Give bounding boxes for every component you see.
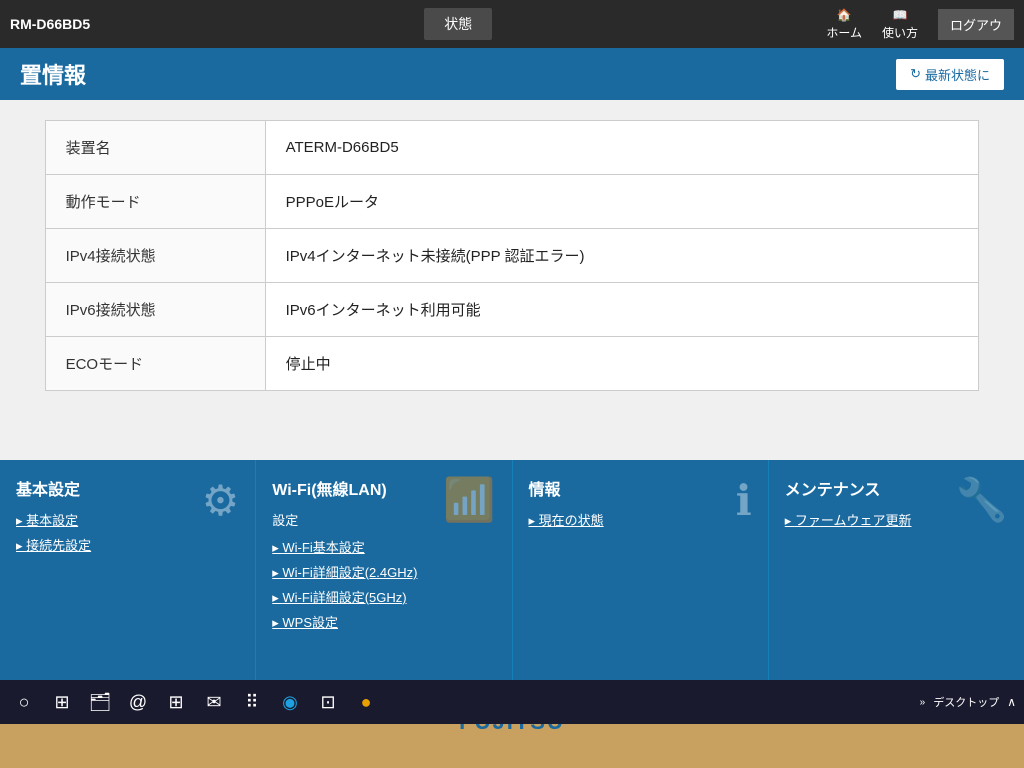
box-icon[interactable]: ⊡ bbox=[312, 686, 344, 718]
row-value: IPv6インターネット利用可能 bbox=[265, 283, 979, 337]
top-nav: RM-D66BD5 状態 🏠 ホーム 📖 使い方 ログアウ bbox=[0, 0, 1024, 48]
row-value: IPv4インターネット未接続(PPP 認証エラー) bbox=[265, 229, 979, 283]
desktop-label[interactable]: デスクトップ bbox=[933, 694, 999, 710]
device-info-table: 装置名ATERM-D66BD5動作モードPPPoEルータIPv4接続状態IPv4… bbox=[45, 120, 980, 391]
row-label: IPv4接続状態 bbox=[45, 229, 265, 283]
task-view-icon[interactable]: ⊞ bbox=[46, 686, 78, 718]
row-value: 停止中 bbox=[265, 337, 979, 391]
status-label: 状態 bbox=[424, 8, 492, 40]
menu-title-info: 情報 bbox=[529, 476, 752, 500]
top-nav-right: 🏠 ホーム 📖 使い方 ログアウ bbox=[826, 8, 1014, 41]
refresh-button[interactable]: ↻ 最新状態に bbox=[896, 59, 1004, 90]
menu-section-wifi: Wi-Fi(無線LAN)設定Wi-Fi基本設定Wi-Fi詳細設定(2.4GHz)… bbox=[256, 460, 512, 700]
taskbar-expand[interactable]: » bbox=[920, 697, 926, 708]
grid-icon[interactable]: ⠿ bbox=[236, 686, 268, 718]
taskbar-right: » デスクトップ ∧ bbox=[920, 694, 1016, 710]
start-circle[interactable]: ○ bbox=[8, 686, 40, 718]
home-button[interactable]: 🏠 ホーム bbox=[826, 8, 862, 41]
info-icon: ℹ bbox=[736, 476, 752, 525]
row-label: ECOモード bbox=[45, 337, 265, 391]
row-label: IPv6接続状態 bbox=[45, 283, 265, 337]
refresh-label: 最新状態に bbox=[925, 65, 990, 84]
page-title: 置情報 bbox=[20, 58, 86, 90]
home-icon: 🏠 bbox=[837, 8, 852, 22]
book-icon: 📖 bbox=[892, 8, 907, 22]
row-value: PPPoEルータ bbox=[265, 175, 979, 229]
menu-section-maintenance: メンテナンスファームウェア更新🔧 bbox=[769, 460, 1024, 700]
menu-section-info: 情報現在の状態ℹ bbox=[513, 460, 769, 700]
page-header: 置情報 ↻ 最新状態に bbox=[0, 48, 1024, 100]
chrome-icon[interactable]: ● bbox=[350, 686, 382, 718]
help-button[interactable]: 📖 使い方 bbox=[882, 8, 918, 41]
menu-section-basic: 基本設定基本設定接続先設定⚙ bbox=[0, 460, 256, 700]
menu-link[interactable]: WPS設定 bbox=[272, 612, 495, 631]
mail-icon[interactable]: ✉ bbox=[198, 686, 230, 718]
edge-icon[interactable]: ◉ bbox=[274, 686, 306, 718]
menu-link[interactable]: 現在の状態 bbox=[529, 510, 752, 529]
home-label: ホーム bbox=[826, 24, 862, 41]
windows-icon[interactable]: ⊞ bbox=[160, 686, 192, 718]
folder-icon[interactable]: 🗂 bbox=[84, 686, 116, 718]
at-icon[interactable]: @ bbox=[122, 686, 154, 718]
row-value: ATERM-D66BD5 bbox=[265, 121, 979, 175]
help-label: 使い方 bbox=[882, 24, 918, 41]
arrow-up-icon[interactable]: ∧ bbox=[1007, 695, 1016, 709]
basic-icon: ⚙ bbox=[202, 476, 240, 525]
wifi-icon: 📶 bbox=[443, 476, 495, 525]
table-row: IPv6接続状態IPv6インターネット利用可能 bbox=[45, 283, 979, 337]
table-row: IPv4接続状態IPv4インターネット未接続(PPP 認証エラー) bbox=[45, 229, 979, 283]
taskbar: ○ ⊞ 🗂 @ ⊞ ✉ ⠿ ◉ ⊡ ● » デスクトップ ∧ bbox=[0, 680, 1024, 724]
main-content: 装置名ATERM-D66BD5動作モードPPPoEルータIPv4接続状態IPv4… bbox=[0, 100, 1024, 460]
page-title-text: 置情報 bbox=[20, 63, 86, 88]
refresh-icon: ↻ bbox=[910, 66, 921, 82]
device-id: RM-D66BD5 bbox=[10, 16, 90, 32]
menu-link[interactable]: Wi-Fi基本設定 bbox=[272, 537, 495, 556]
table-row: ECOモード停止中 bbox=[45, 337, 979, 391]
menu-link[interactable]: Wi-Fi詳細設定(5GHz) bbox=[272, 587, 495, 606]
table-row: 動作モードPPPoEルータ bbox=[45, 175, 979, 229]
menu-link[interactable]: 接続先設定 bbox=[16, 535, 239, 554]
maintenance-icon: 🔧 bbox=[956, 476, 1008, 525]
bottom-menu: 基本設定基本設定接続先設定⚙Wi-Fi(無線LAN)設定Wi-Fi基本設定Wi-… bbox=[0, 460, 1024, 700]
menu-link[interactable]: Wi-Fi詳細設定(2.4GHz) bbox=[272, 562, 495, 581]
logout-button[interactable]: ログアウ bbox=[938, 9, 1014, 40]
table-row: 装置名ATERM-D66BD5 bbox=[45, 121, 979, 175]
row-label: 動作モード bbox=[45, 175, 265, 229]
row-label: 装置名 bbox=[45, 121, 265, 175]
